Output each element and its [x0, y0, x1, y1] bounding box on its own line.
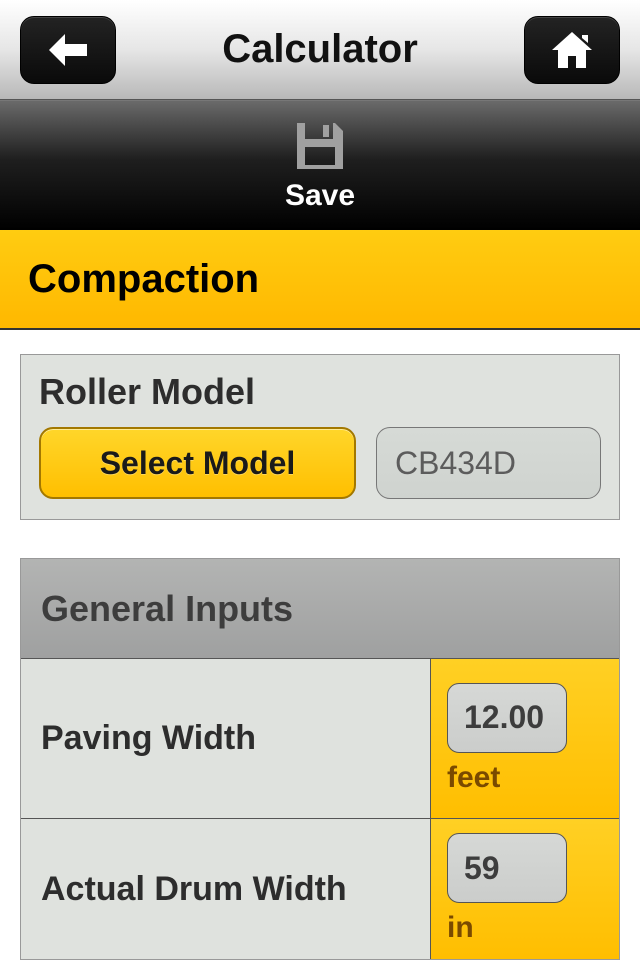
inputs-header: General Inputs: [21, 559, 619, 659]
roller-model-label: Roller Model: [39, 371, 601, 413]
input-label: Actual Drum Width: [21, 819, 431, 959]
input-value-cell: 12.00 feet: [431, 659, 619, 818]
table-row: Actual Drum Width 59 in: [21, 819, 619, 959]
roller-model-field[interactable]: CB434D: [376, 427, 601, 499]
paving-width-input[interactable]: 12.00: [447, 683, 567, 753]
navbar: Calculator: [0, 0, 640, 100]
roller-model-card: Roller Model Select Model CB434D: [20, 354, 620, 520]
save-toolbar: Save: [0, 100, 640, 230]
select-model-button[interactable]: Select Model: [39, 427, 356, 499]
unit-label: feet: [447, 761, 500, 795]
inputs-table: General Inputs Paving Width 12.00 feet A…: [20, 558, 620, 960]
drum-width-input[interactable]: 59: [447, 833, 567, 903]
home-button[interactable]: [524, 16, 620, 84]
save-label: Save: [285, 179, 355, 213]
page-title: Calculator: [222, 27, 418, 72]
home-icon: [550, 30, 594, 70]
table-row: Paving Width 12.00 feet: [21, 659, 619, 819]
arrow-left-icon: [45, 32, 91, 68]
save-button[interactable]: Save: [285, 119, 355, 213]
save-icon: [293, 119, 347, 173]
back-button[interactable]: [20, 16, 116, 84]
section-title: Compaction: [0, 230, 640, 330]
input-label: Paving Width: [21, 659, 431, 818]
content: Roller Model Select Model CB434D General…: [0, 330, 640, 960]
unit-label: in: [447, 911, 474, 945]
input-value-cell: 59 in: [431, 819, 619, 959]
